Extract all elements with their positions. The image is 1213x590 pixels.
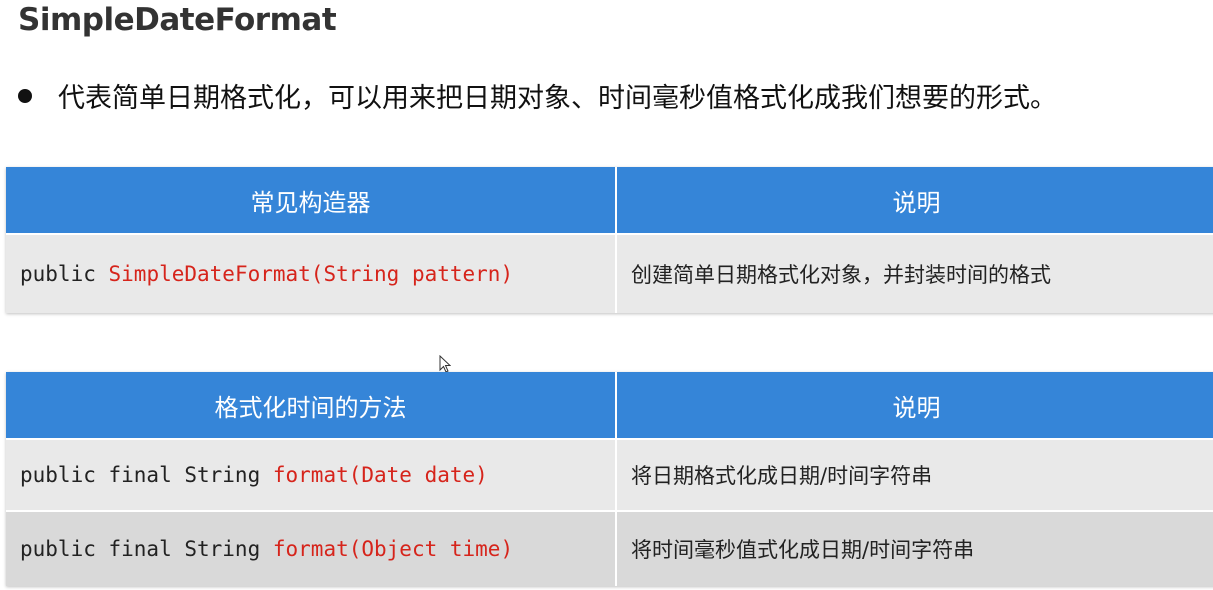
bullet-dot-icon — [18, 88, 32, 103]
bullet-text: 代表简单日期格式化，可以用来把日期对象、时间毫秒值格式化成我们想要的形式。 — [58, 83, 1057, 114]
column-header-constructor: 常见构造器 — [6, 167, 617, 235]
methods-table: 格式化时间的方法 说明 public final String format(D… — [6, 372, 1213, 586]
description-text: 将时间毫秒值式化成日期/时间字符串 — [631, 538, 975, 562]
code-prefix: public final String — [20, 463, 273, 487]
code-signature: public final String format(Object time) — [20, 537, 513, 561]
table-row: public SimpleDateFormat(String pattern) … — [6, 233, 1213, 313]
code-cell: public SimpleDateFormat(String pattern) — [6, 233, 617, 313]
slide: SimpleDateFormat 代表简单日期格式化，可以用来把日期对象、时间毫… — [0, 0, 1213, 590]
bullet-point: 代表简单日期格式化，可以用来把日期对象、时间毫秒值格式化成我们想要的形式。 — [18, 76, 1057, 115]
description-cell: 将日期格式化成日期/时间字符串 — [616, 438, 1213, 511]
mouse-cursor-icon — [439, 355, 451, 373]
constructors-table: 常见构造器 说明 public SimpleDateFormat(String … — [6, 167, 1213, 313]
column-header-description: 说明 — [616, 167, 1213, 235]
code-cell: public final String format(Date date) — [6, 438, 617, 511]
page-title: SimpleDateFormat — [18, 2, 337, 38]
table-row: public final String format(Object time) … — [6, 510, 1213, 586]
code-signature: public final String format(Date date) — [20, 463, 488, 487]
column-header-description: 说明 — [616, 372, 1213, 440]
description-text: 将日期格式化成日期/时间字符串 — [631, 464, 933, 488]
code-highlight: SimpleDateFormat(String pattern) — [108, 262, 514, 286]
table-header-row: 常见构造器 说明 — [6, 167, 1213, 235]
code-highlight: format(Object time) — [272, 537, 514, 561]
code-prefix: public — [20, 262, 109, 286]
table-row: public final String format(Date date) 将日… — [6, 438, 1213, 511]
description-text: 创建简单日期格式化对象，并封装时间的格式 — [631, 263, 1051, 287]
column-header-method: 格式化时间的方法 — [6, 372, 617, 440]
code-highlight: format(Date date) — [272, 463, 488, 487]
code-cell: public final String format(Object time) — [6, 510, 617, 586]
code-signature: public SimpleDateFormat(String pattern) — [20, 262, 513, 286]
description-cell: 创建简单日期格式化对象，并封装时间的格式 — [616, 233, 1213, 313]
code-prefix: public final String — [20, 537, 273, 561]
table-header-row: 格式化时间的方法 说明 — [6, 372, 1213, 440]
description-cell: 将时间毫秒值式化成日期/时间字符串 — [616, 510, 1213, 586]
